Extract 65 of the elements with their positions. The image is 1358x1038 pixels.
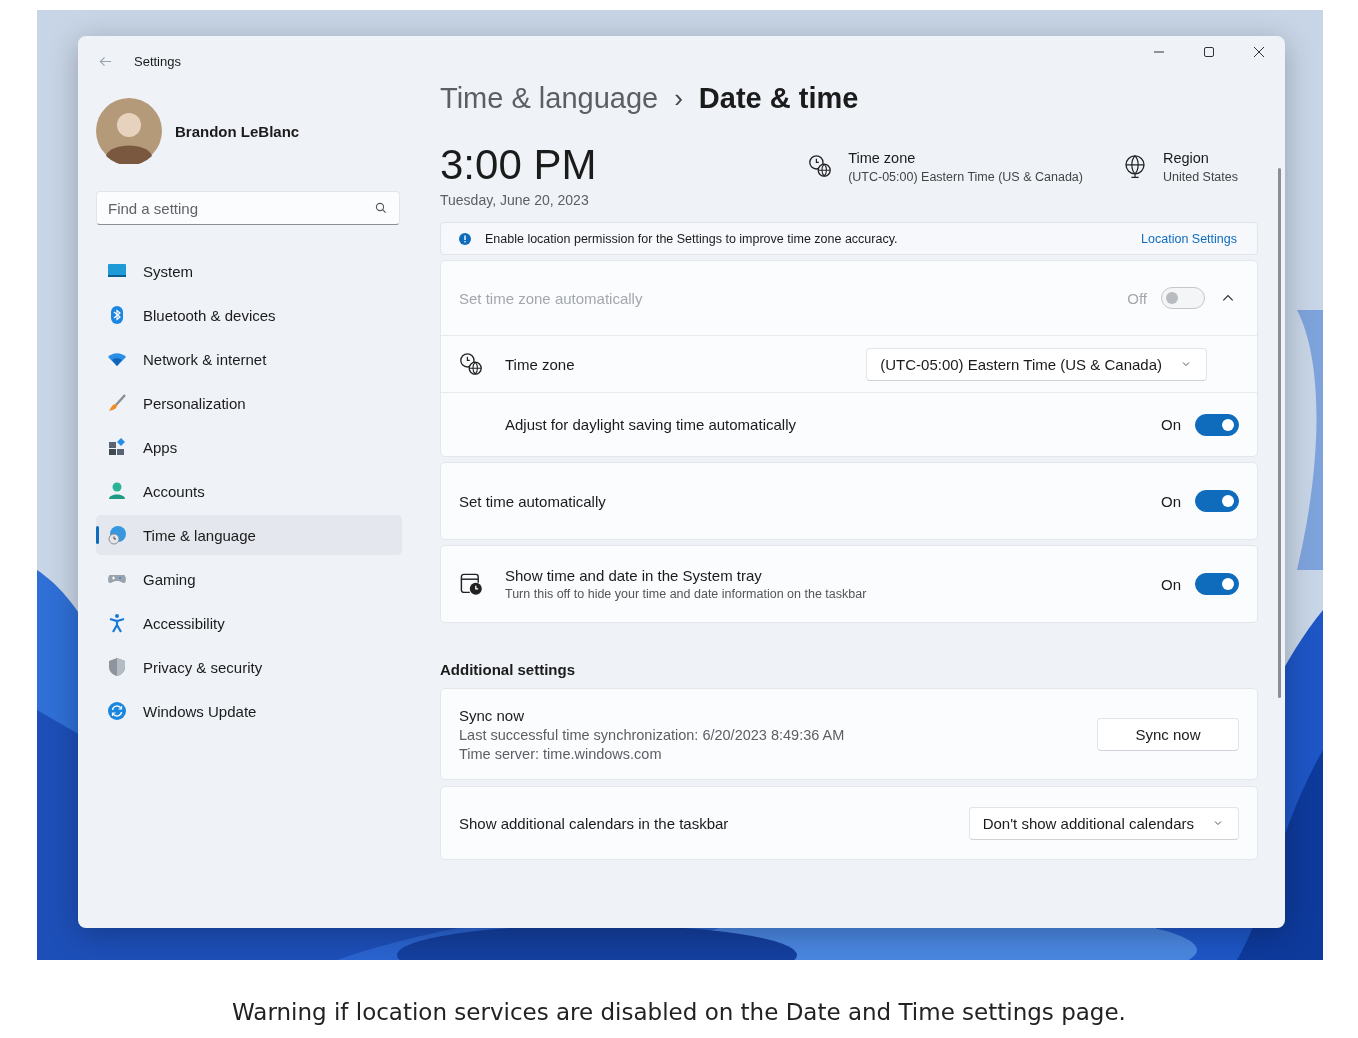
setting-label: Time zone: [505, 355, 576, 373]
setting-label: Show additional calendars in the taskbar: [459, 814, 730, 832]
selection-indicator: [96, 526, 99, 544]
globe-icon: [1122, 154, 1147, 178]
setting-label: Adjust for daylight saving time automatically: [505, 416, 797, 433]
location-settings-link[interactable]: Location Settings: [1141, 231, 1237, 246]
search-field[interactable]: Find a setting: [96, 191, 400, 225]
user-name: Brandon LeBlanc: [175, 122, 300, 140]
toggle-state: On: [1161, 492, 1181, 510]
toggle-switch[interactable]: [1195, 490, 1239, 512]
sync-now-button[interactable]: Sync now: [1097, 717, 1239, 751]
info-message: Enable location permission for the Settings to improve time zone accuracy.: [485, 231, 898, 246]
nav-item[interactable]: Accessibility: [96, 603, 402, 643]
globe-clock-icon: [107, 525, 127, 545]
setting-detail: Last successful time synchronization: 6/20/2023 8:49:36 AM: [459, 726, 846, 743]
nav-item[interactable]: Bluetooth & devices: [96, 295, 402, 335]
toggle-switch[interactable]: [1195, 413, 1239, 436]
accessibility-icon: [107, 613, 127, 633]
avatar-icon: [96, 98, 162, 164]
nav-item[interactable]: Privacy & security: [96, 647, 402, 687]
maximize-icon[interactable]: [1203, 46, 1215, 58]
nav-item[interactable]: Network & internet: [96, 339, 402, 379]
clock-globe-icon: [459, 352, 483, 376]
setting-detail: Time server: time.windows.com: [459, 745, 663, 762]
breadcrumb-separator: ›: [674, 82, 683, 114]
nav-item[interactable]: Apps: [96, 427, 402, 467]
summary-title: Time zone: [848, 150, 917, 166]
brush-icon: [107, 393, 127, 413]
summary-value: United States: [1162, 170, 1238, 184]
setting-label: Set time automatically: [459, 492, 607, 510]
apps-icon: [107, 437, 127, 457]
page-title: Date & time: [698, 81, 859, 115]
nav-item[interactable]: Accounts: [96, 471, 402, 511]
section-heading: Additional settings: [440, 661, 576, 678]
nav-item[interactable]: Gaming: [96, 559, 402, 599]
window-title: Settings: [134, 53, 181, 69]
scrollbar[interactable]: [1278, 168, 1281, 698]
setting-label: Show time and date in the System tray: [505, 567, 763, 584]
toggle-state: Off: [1127, 289, 1147, 307]
info-icon: [459, 232, 471, 245]
breadcrumb-link[interactable]: Time & language: [440, 81, 659, 115]
person-icon: [107, 481, 127, 501]
calendar-dropdown[interactable]: Don't show additional calendars: [968, 806, 1239, 840]
nav-item[interactable]: Windows Update: [96, 691, 402, 731]
toggle-state: On: [1161, 575, 1181, 593]
setting-label: Sync now: [459, 706, 526, 724]
current-time: 3:00 PM: [440, 142, 597, 188]
toggle-state: On: [1161, 416, 1181, 433]
shield-icon: [107, 657, 127, 677]
calendar-clock-icon: [459, 572, 483, 596]
search-icon: [375, 202, 387, 214]
time-zone-dropdown[interactable]: (UTC-05:00) Eastern Time (US & Canada): [866, 347, 1207, 381]
setting-label: Set time zone automatically: [459, 289, 644, 307]
current-date: Tuesday, June 20, 2023: [440, 192, 590, 208]
nav-item[interactable]: System: [96, 251, 402, 291]
nav-item[interactable]: Personalization: [96, 383, 402, 423]
summary-value: (UTC-05:00) Eastern Time (US & Canada): [848, 170, 1083, 184]
caption: Warning if location services are disabled on the Date and Time settings page.: [231, 999, 1127, 1025]
close-icon[interactable]: [1253, 46, 1265, 58]
summary-title: Region: [1162, 150, 1210, 166]
nav-item[interactable]: Time & language: [96, 515, 402, 555]
toggle-switch[interactable]: [1195, 573, 1239, 595]
clock-globe-icon: [808, 154, 833, 178]
setting-description: Turn this off to hide your time and date information on the taskbar: [505, 587, 868, 601]
update-icon: [107, 701, 127, 721]
